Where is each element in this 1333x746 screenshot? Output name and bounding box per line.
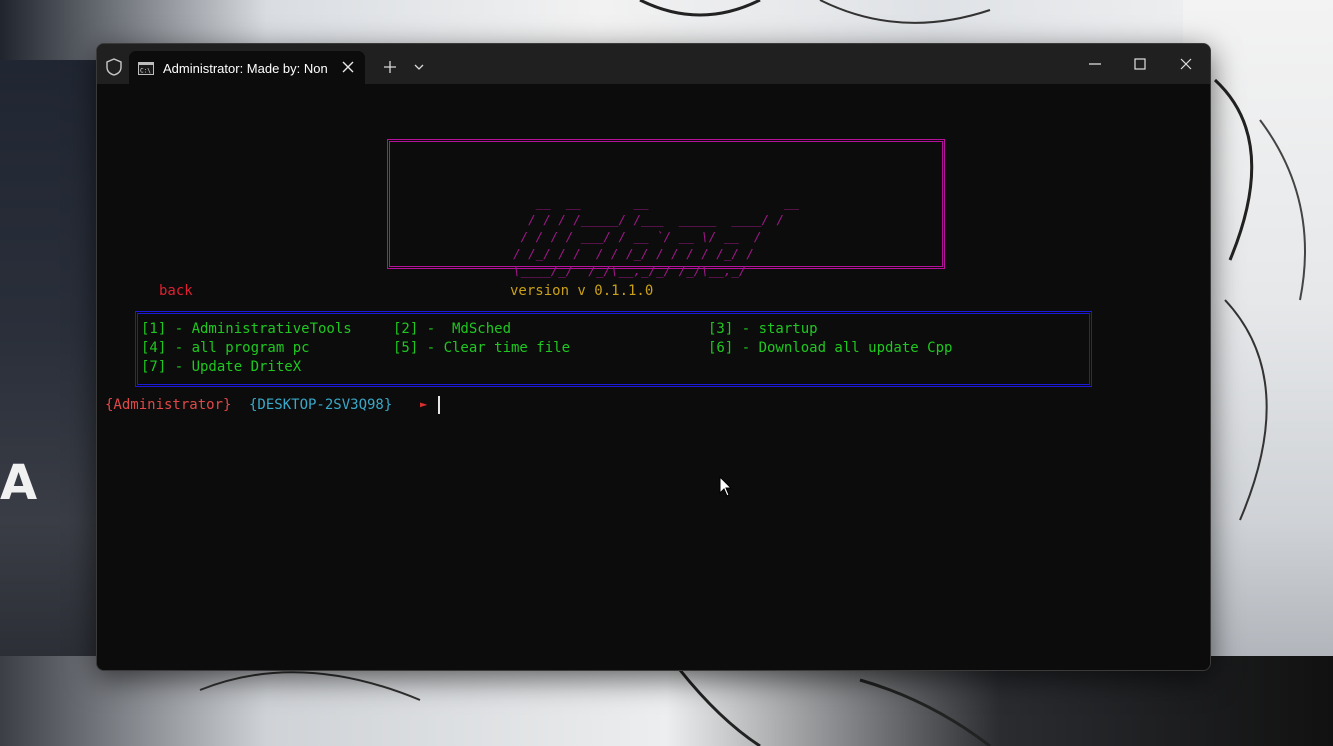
- menu-item-startup[interactable]: [3] - startup: [708, 321, 818, 337]
- shield-icon: [106, 58, 122, 76]
- terminal-content[interactable]: __ __ __ __ / / / /_____/ /___ _____ ___…: [97, 84, 1210, 670]
- ascii-logo: __ __ __ __ / / / /_____/ /___ _____ ___…: [513, 195, 800, 278]
- menu-item-administrative-tools[interactable]: [1] - AdministrativeTools: [141, 321, 352, 337]
- svg-text:C:\: C:\: [140, 68, 151, 75]
- title-bar[interactable]: C:\ Administrator: Made by: Non: [97, 44, 1210, 84]
- back-option[interactable]: back: [159, 283, 193, 299]
- menu-item-download-update-cpp[interactable]: [6] - Download all update Cpp: [708, 340, 952, 356]
- minimize-icon[interactable]: [1087, 58, 1103, 70]
- menu-item-mdsched[interactable]: [2] - MdSched: [393, 321, 511, 337]
- tab-administrator[interactable]: C:\ Administrator: Made by: Non: [129, 51, 365, 84]
- prompt-user: {Administrator}: [105, 397, 232, 413]
- plus-icon[interactable]: [383, 60, 397, 74]
- tab-title: Administrator: Made by: Non: [163, 61, 328, 76]
- version-label: version v 0.1.1.0: [510, 283, 654, 299]
- maximize-icon[interactable]: [1133, 57, 1147, 71]
- prompt-arrow-icon: ►: [420, 397, 428, 411]
- prompt-host: {DESKTOP-2SV3Q98}: [249, 397, 393, 413]
- wallpaper-text: A: [0, 455, 58, 511]
- command-prompt-icon: C:\: [138, 62, 154, 75]
- menu-item-clear-time-file[interactable]: [5] - Clear time file: [393, 340, 570, 356]
- close-icon[interactable]: [341, 60, 355, 74]
- menu-item-update-dritex[interactable]: [7] - Update DriteX: [141, 359, 301, 375]
- close-icon[interactable]: [1179, 57, 1193, 71]
- text-cursor[interactable]: [438, 396, 440, 414]
- terminal-window[interactable]: C:\ Administrator: Made by: Non __ __ __: [96, 43, 1211, 671]
- mouse-pointer-icon: [719, 476, 733, 497]
- chevron-down-icon[interactable]: [413, 62, 425, 72]
- menu-item-all-program-pc[interactable]: [4] - all program pc: [141, 340, 310, 356]
